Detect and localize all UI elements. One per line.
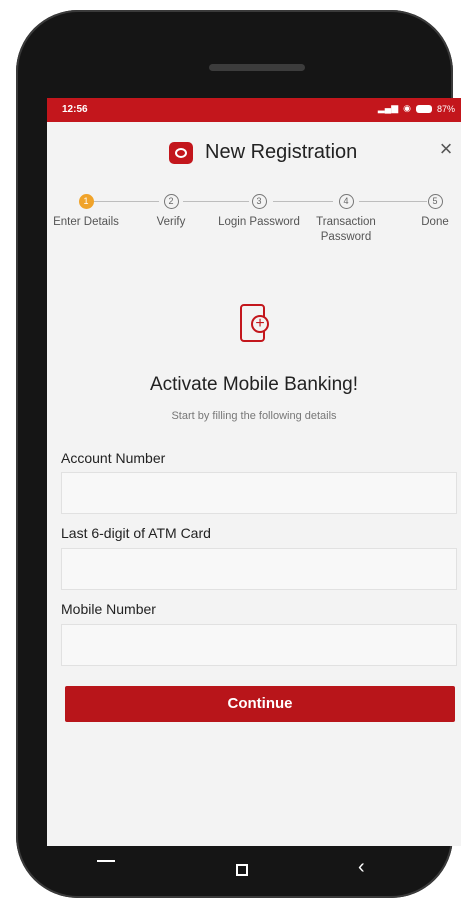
atm-card-field[interactable]: [61, 548, 457, 590]
step-2-label: Verify: [156, 216, 186, 228]
phone-frame: 12:56 ▂▄▆ ◉ 87% New Registration × 1 Ent…: [16, 10, 461, 898]
step-5: 5 Done: [390, 194, 461, 230]
step-2-indicator: 2: [163, 194, 179, 209]
stepper: 1 Enter Details 2 Verify 3 Login Passwor…: [47, 194, 461, 254]
close-icon[interactable]: ×: [435, 138, 457, 160]
mobile-add-icon: +: [240, 304, 269, 342]
nav-back-button[interactable]: [97, 860, 115, 862]
step-3: 3 Login Password: [214, 194, 304, 230]
wifi-icon: ◉: [403, 103, 411, 113]
step-4-indicator: 4: [338, 194, 354, 209]
status-time: 12:56: [62, 104, 88, 115]
earpiece-speaker: [209, 64, 305, 71]
page-title: New Registration: [205, 141, 358, 163]
account-number-label: Account Number: [61, 450, 166, 466]
nav-recents-button[interactable]: ‹: [358, 856, 365, 879]
battery-level: 87%: [436, 103, 455, 114]
bank-logo-icon: [169, 142, 193, 164]
step-2: 2 Verify: [126, 194, 216, 230]
continue-button[interactable]: Continue: [65, 686, 455, 722]
mobile-number-field[interactable]: [61, 624, 457, 666]
activate-heading: Activate Mobile Banking!: [149, 374, 359, 395]
app-screen: 12:56 ▂▄▆ ◉ 87% New Registration × 1 Ent…: [47, 98, 461, 846]
status-bar: 12:56 ▂▄▆ ◉ 87%: [47, 98, 461, 122]
nav-home-button[interactable]: [236, 864, 248, 876]
step-4-label: Transaction Password: [316, 216, 376, 243]
step-4: 4 Transaction Password: [301, 194, 391, 245]
account-number-field[interactable]: [61, 472, 457, 514]
step-1: 1 Enter Details: [47, 194, 131, 230]
app-header: New Registration ×: [47, 122, 461, 180]
atm-card-label: Last 6-digit of ATM Card: [61, 525, 211, 541]
step-5-indicator: 5: [427, 194, 443, 209]
step-5-label: Done: [421, 216, 449, 228]
step-1-indicator: 1: [78, 194, 94, 209]
step-1-label: Enter Details: [53, 216, 119, 228]
mobile-number-label: Mobile Number: [61, 601, 156, 617]
step-3-label: Login Password: [218, 216, 300, 228]
step-3-indicator: 3: [251, 194, 267, 209]
signal-icon: ▂▄▆: [377, 103, 399, 113]
activate-subheading: Start by filling the following details: [171, 410, 337, 422]
battery-icon: [415, 104, 432, 113]
